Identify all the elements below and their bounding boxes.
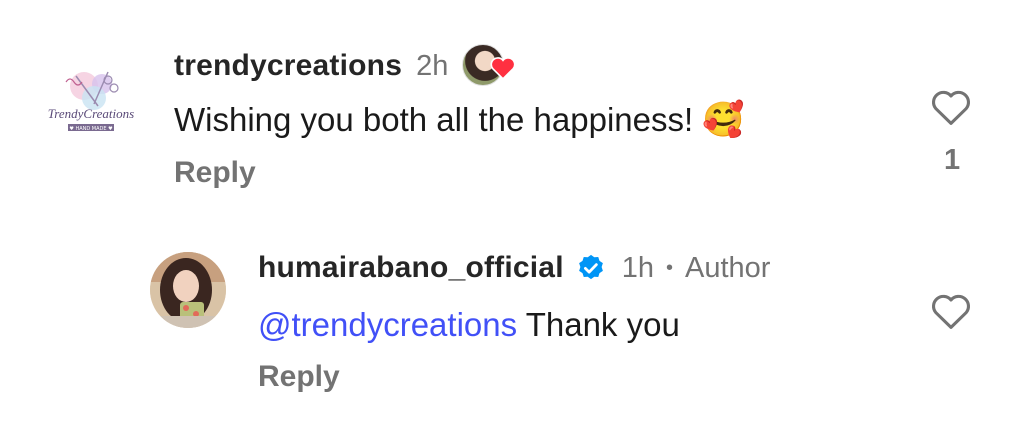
reply-timestamp[interactable]: 1h [622, 252, 654, 285]
mention-link[interactable]: @trendycreations [258, 306, 517, 343]
svg-text:♥ HAND MADE ♥: ♥ HAND MADE ♥ [69, 126, 113, 132]
trendycreations-logo-icon: TrendyCreations ♥ HAND MADE ♥ [48, 71, 134, 132]
comment-timestamp[interactable]: 2h [416, 50, 448, 83]
meta-separator: • [666, 256, 674, 279]
comment-item: TrendyCreations ♥ HAND MADE ♥ trendycrea… [0, 0, 1024, 210]
comment-body: Wishing you both all the happiness! [174, 101, 694, 138]
reply-header: humairabano_official 1h • Author [258, 246, 770, 290]
verified-badge-icon [578, 254, 603, 280]
author-label: Author [685, 251, 771, 284]
avatar-trendycreations[interactable]: TrendyCreations ♥ HAND MADE ♥ [36, 58, 146, 168]
reply-button[interactable]: Reply [174, 156, 256, 190]
reply-button[interactable]: Reply [258, 360, 340, 394]
profile-photo [150, 252, 226, 328]
reply-body: Thank you [525, 306, 680, 343]
comment-header: trendycreations 2h [174, 44, 518, 88]
like-heart-icon[interactable] [930, 88, 972, 126]
like-count[interactable]: 1 [944, 144, 960, 177]
avatar-humairabano[interactable] [150, 252, 226, 328]
reply-comment-item: humairabano_official 1h • Author @trendy… [0, 210, 1024, 438]
smiling-face-with-hearts-emoji: 🥰 [702, 101, 745, 139]
comment-username[interactable]: trendycreations [174, 49, 402, 83]
svg-text:TrendyCreations: TrendyCreations [48, 106, 134, 121]
like-heart-icon[interactable] [930, 292, 972, 330]
reply-text: @trendycreations Thank you [258, 306, 680, 344]
heart-reaction-icon [490, 57, 516, 80]
reply-username[interactable]: humairabano_official [258, 251, 564, 285]
reaction-avatar [462, 44, 518, 88]
comment-text: Wishing you both all the happiness! 🥰 [174, 100, 745, 140]
